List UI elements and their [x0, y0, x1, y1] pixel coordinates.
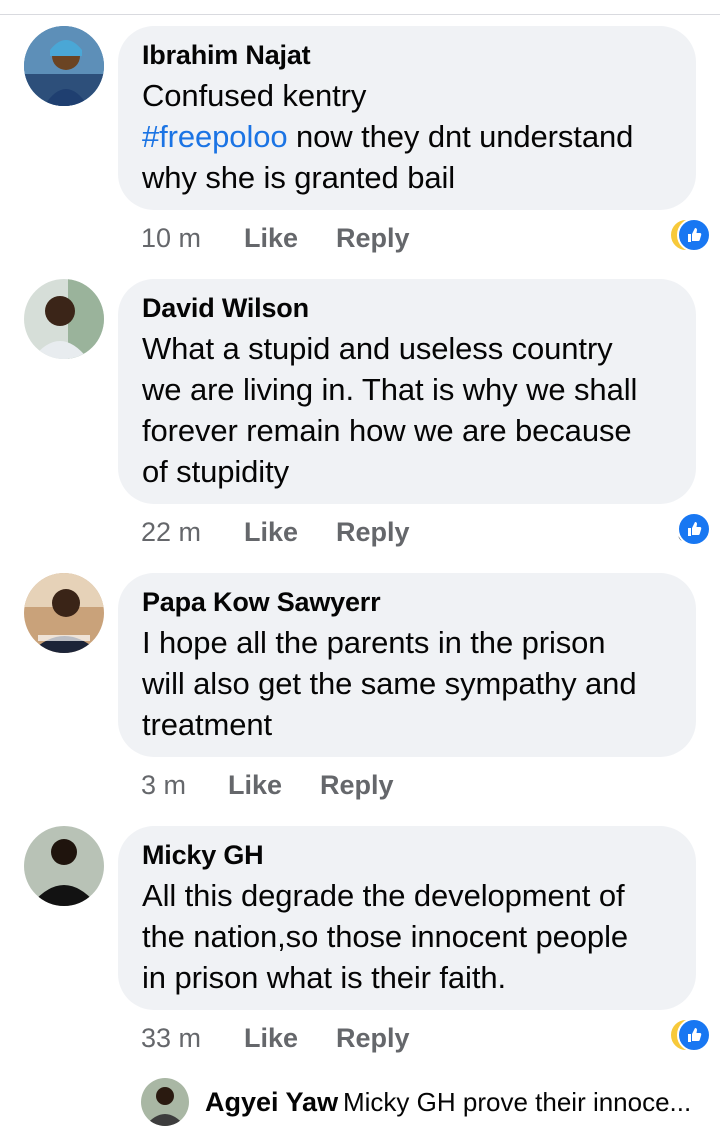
comment-text: I hope all the parents in the prison wil…: [142, 622, 672, 745]
avatar[interactable]: [141, 1078, 189, 1126]
reply-button[interactable]: Reply: [336, 218, 410, 258]
comment-text-line: now they dnt understand: [287, 119, 634, 154]
comment-text-line: All this degrade the development of: [142, 878, 625, 913]
like-icon: [677, 1018, 712, 1052]
like-button[interactable]: Like: [228, 765, 282, 805]
reactions-summary[interactable]: 5: [677, 512, 712, 552]
reactions-summary[interactable]: 7: [669, 1018, 712, 1058]
comment-text-line: in prison what is their faith.: [142, 960, 507, 995]
avatar[interactable]: [24, 826, 104, 906]
reply-text: Micky GH prove their innoce...: [343, 1087, 692, 1117]
comment-meta: 22 m Like Reply 5: [141, 512, 712, 552]
comment-meta: 10 m Like Reply 2: [141, 218, 712, 258]
comment-author[interactable]: Papa Kow Sawyerr: [142, 587, 672, 617]
reply-author[interactable]: Agyei Yaw: [205, 1086, 338, 1118]
comment-text: Confused kentry #freepoloo now they dnt …: [142, 75, 672, 198]
comment-text-line: forever remain how we are because: [142, 413, 632, 448]
comment-text-line: Confused kentry: [142, 78, 367, 113]
reply-button[interactable]: Reply: [320, 765, 394, 805]
hashtag-link[interactable]: #freepoloo: [142, 119, 288, 154]
comment-author[interactable]: Ibrahim Najat: [142, 40, 672, 70]
comment-bubble: Micky GH All this degrade the developmen…: [118, 826, 696, 1010]
comment-bubble: David Wilson What a stupid and useless c…: [118, 279, 696, 504]
top-divider: [0, 0, 720, 15]
reply-button[interactable]: Reply: [336, 1018, 410, 1058]
timestamp[interactable]: 33 m: [141, 1018, 201, 1058]
comment-meta: 3 m Like Reply: [141, 765, 697, 805]
comment-bubble: Papa Kow Sawyerr I hope all the parents …: [118, 573, 696, 757]
timestamp[interactable]: 10 m: [141, 218, 201, 258]
comment-text-line: of stupidity: [142, 454, 289, 489]
comment-bubble: Ibrahim Najat Confused kentry #freepoloo…: [118, 26, 696, 210]
avatar[interactable]: [24, 573, 104, 653]
reactions-summary[interactable]: 2: [669, 218, 712, 258]
like-icon: [677, 218, 712, 252]
comment-text: All this degrade the development of the …: [142, 875, 672, 998]
comment-text-line: the nation,so those innocent people: [142, 919, 628, 954]
like-button[interactable]: Like: [244, 218, 298, 258]
timestamp[interactable]: 3 m: [141, 765, 186, 805]
like-button[interactable]: Like: [244, 1018, 298, 1058]
like-icon: [677, 512, 712, 546]
comment-text-line: why she is granted bail: [142, 160, 456, 195]
timestamp[interactable]: 22 m: [141, 512, 201, 552]
comment-text-line: we are living in. That is why we shall: [142, 372, 638, 407]
comment-text-line: I hope all the parents in the prison: [142, 625, 606, 660]
comment-text-line: What a stupid and useless country: [142, 331, 613, 366]
reply-preview[interactable]: Agyei Yaw Micky GH prove their innoce...: [141, 1078, 701, 1128]
comment-text-line: treatment: [142, 707, 273, 742]
comment-text-line: will also get the same sympathy and: [142, 666, 637, 701]
like-button[interactable]: Like: [244, 512, 298, 552]
reply-button[interactable]: Reply: [336, 512, 410, 552]
comment-author[interactable]: Micky GH: [142, 840, 672, 870]
avatar[interactable]: [24, 26, 104, 106]
comment-author[interactable]: David Wilson: [142, 293, 672, 323]
avatar[interactable]: [24, 279, 104, 359]
comment-text: What a stupid and useless country we are…: [142, 328, 672, 492]
comment-meta: 33 m Like Reply 7: [141, 1018, 712, 1058]
